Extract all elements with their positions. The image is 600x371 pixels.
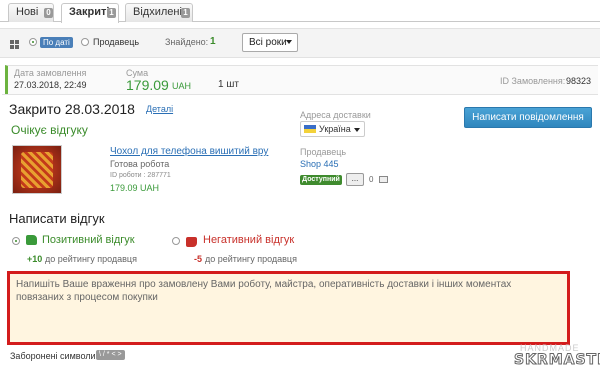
chevron-down-icon — [354, 128, 360, 132]
thumbs-up-icon — [26, 235, 37, 245]
details-link[interactable]: Деталі — [146, 104, 173, 114]
sort-by-seller-label[interactable]: Продавець — [93, 37, 139, 47]
tab-closed-label: Закриті — [69, 6, 110, 18]
product-title-link[interactable]: Чохол для телефона вишитий вру — [110, 146, 268, 157]
tab-rejected-count: 1 — [181, 8, 190, 18]
order-id-label: ID Замовлення: — [500, 76, 566, 86]
seller-available-badge: Доступний — [300, 175, 342, 185]
order-sum-value: 179.09 — [126, 77, 169, 93]
year-select[interactable]: Всі роки — [242, 33, 298, 52]
awaiting-review-status: Очікує відгуку — [11, 123, 88, 137]
negative-rating-note: до рейтингу продавця — [205, 254, 297, 264]
country-value: Україна — [319, 124, 351, 134]
seller-shop-link[interactable]: Shop 445 — [300, 159, 339, 169]
negative-review-label[interactable]: Негативний відгук — [203, 234, 294, 246]
order-id-value: 98323 — [566, 76, 592, 86]
chevron-down-icon — [286, 40, 292, 44]
tab-new-count: 0 — [44, 8, 53, 18]
tab-rejected-label: Відхилені — [133, 6, 182, 18]
message-count: 0 — [369, 175, 374, 184]
banned-symbols-label: Заборонені символи: — [10, 351, 99, 361]
positive-rating-delta: +10 — [27, 254, 43, 264]
order-date-value: 27.03.2018, 22:49 — [14, 80, 87, 90]
tab-new[interactable]: Нові 0 — [8, 3, 54, 22]
sort-by-seller-radio[interactable] — [81, 38, 89, 46]
tab-closed[interactable]: Закриті 1 — [61, 3, 119, 23]
delivery-address-label: Адреса доставки — [300, 110, 371, 120]
send-message-button[interactable]: Написати повідомлення — [464, 107, 592, 128]
envelope-icon[interactable] — [379, 176, 388, 183]
tab-rejected[interactable]: Відхилені 1 — [125, 3, 193, 22]
order-currency: UAH — [172, 81, 192, 91]
product-thumbnail[interactable] — [12, 145, 62, 194]
thumbs-down-icon — [186, 237, 197, 247]
order-quantity: 1 шт — [218, 79, 239, 90]
seller-label: Продавець — [300, 147, 347, 157]
found-count: 1 — [210, 36, 216, 47]
write-review-title: Написати відгук — [9, 211, 105, 226]
sort-by-date-label[interactable]: По даті — [40, 37, 73, 48]
grid-view-icon[interactable] — [10, 40, 19, 49]
year-select-value: Всі роки — [249, 37, 287, 48]
filter-toolbar — [0, 28, 600, 58]
more-options-button[interactable]: ... — [346, 173, 364, 186]
order-date-label: Дата замовлення — [14, 68, 87, 78]
found-label: Знайдено: — [165, 37, 209, 47]
tab-bar: Нові 0 Закриті 1 Відхилені 1 — [0, 0, 600, 23]
tab-new-label: Нові — [16, 6, 39, 18]
positive-rating-note: до рейтингу продавця — [45, 254, 137, 264]
sort-by-date-radio[interactable] — [29, 38, 37, 46]
product-status: Готова робота — [110, 159, 170, 169]
banned-symbols-list: \ / * < > — [96, 350, 125, 360]
ukraine-flag-icon — [304, 125, 316, 133]
positive-review-label[interactable]: Позитивний відгук — [42, 234, 135, 246]
positive-review-radio[interactable] — [12, 237, 20, 245]
negative-rating-delta: -5 — [194, 254, 203, 264]
product-price: 179.09 UAH — [110, 183, 160, 193]
closed-date-title: Закрито 28.03.2018 — [9, 101, 135, 117]
product-id: ID роботи : 287771 — [110, 172, 171, 179]
watermark-logo: SKRMASTER — [513, 352, 600, 369]
review-textarea[interactable]: Напишіть Ваше враження про замовлену Вам… — [7, 271, 570, 345]
negative-review-radio[interactable] — [172, 237, 180, 245]
tab-closed-count: 1 — [107, 8, 116, 18]
